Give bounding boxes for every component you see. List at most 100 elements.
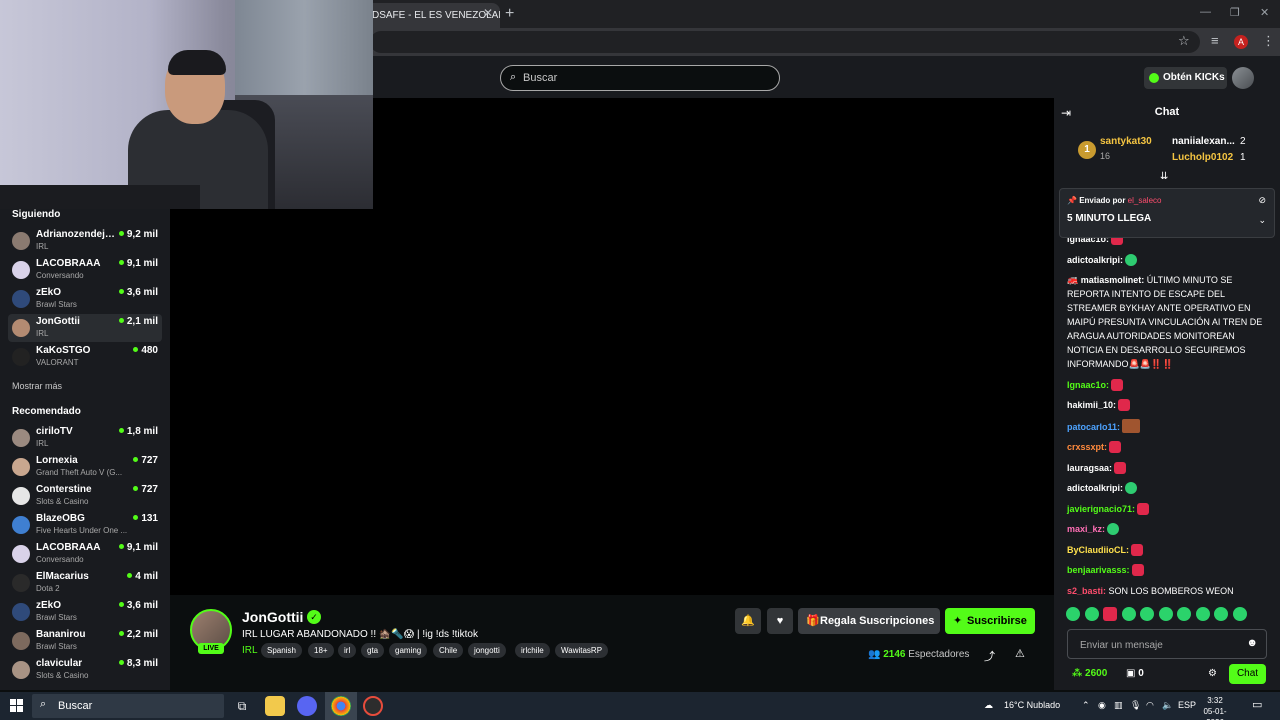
sidebar-channel[interactable]: Conterstine Slots & Casino 727 [8,482,162,510]
search-box[interactable]: ⌕ [500,65,780,91]
address-bar[interactable] [370,31,1200,53]
live-dot-icon [118,544,124,549]
new-tab-button[interactable]: + [505,5,514,23]
viewer-stats: 👥 2146 Espectadores [868,649,969,660]
close-tab-icon[interactable]: ✕ [483,6,493,20]
toggle-leaderboard-icon[interactable]: ⇊ [1160,171,1168,182]
sidebar-channel[interactable]: zEkO Brawl Stars 3,6 mil [8,598,162,626]
emote-icon[interactable] [1232,607,1247,621]
tag-chip[interactable]: 18+ [308,643,334,658]
tag-chip[interactable]: Spanish [261,643,302,658]
notifications-icon[interactable]: ▭ [1252,698,1262,711]
live-dot-icon [133,347,139,352]
emote-icon[interactable] [1177,607,1191,621]
sidebar-channel[interactable]: BlazeOBG Five Hearts Under One ... 131 [8,511,162,539]
tray-app-icon[interactable]: ◉ [1098,700,1106,711]
emote-icon[interactable] [1084,607,1099,621]
report-icon[interactable]: ⚠ [1015,647,1025,660]
minimize-icon[interactable]: — [1200,6,1211,18]
sidebar-channel[interactable]: ciriloTV IRL 1,8 mil [8,424,162,452]
sidebar-channel[interactable]: Adrianozendeja... IRL 9,2 mil [8,227,162,255]
emote-icon [1122,418,1141,433]
emote-icon[interactable] [1121,607,1136,621]
browser-menu-icon[interactable]: ⋮ [1262,33,1275,49]
send-chat-button[interactable]: Chat [1229,664,1266,684]
input-language[interactable]: ESP [1178,700,1196,710]
avatar [12,632,30,650]
windows-taskbar: ⌕ Buscar ⧉ ☁ 16°C Nublado ⌃ ◉ ▥ 🎙 ◠ 🔈 ES… [0,692,1280,720]
emote-icon[interactable] [1103,607,1117,621]
pinned-message[interactable]: 📌 Enviado por el_saleco 5 MINUTO LLEGA ⊘… [1059,188,1275,238]
wifi-icon[interactable]: ◠ [1146,700,1154,711]
tag-chip[interactable]: jongotti [468,643,506,658]
search-input[interactable] [523,69,763,87]
tray-chevron-icon[interactable]: ⌃ [1082,700,1090,711]
taskbar-clock[interactable]: 3:32 05-01-2026 [1198,695,1232,720]
leaderboard-user[interactable]: Lucholp0102 [1172,152,1233,163]
subscribe-button[interactable]: ✦ Suscribirse [945,608,1035,634]
sidebar-channel[interactable]: clavicular Slots & Casino 8,3 mil [8,656,162,684]
emote-icon[interactable] [1066,607,1080,621]
maximize-icon[interactable]: ❐ [1230,6,1240,19]
user-avatar[interactable] [1232,67,1254,89]
streamer-name[interactable]: JonGottii [242,609,303,625]
sidebar-channel[interactable]: LACOBRAAA Conversando 9,1 mil [8,540,162,568]
leaderboard-user[interactable]: naniialexan... [1172,136,1235,147]
close-window-icon[interactable]: ✕ [1260,6,1269,19]
sidebar-channel[interactable]: Lornexia Grand Theft Auto V (G... 727 [8,453,162,481]
discord-icon[interactable] [297,696,317,716]
chat-settings-icon[interactable]: ⚙ [1208,668,1217,679]
chat-input-box[interactable]: ☻ [1067,629,1267,659]
sidebar-channel[interactable]: zEkO Brawl Stars 3,6 mil [8,285,162,313]
follow-heart-icon[interactable]: ♥ [767,608,793,634]
emote-icon[interactable] [1140,607,1154,621]
stream-category[interactable]: IRL [242,645,258,656]
gift-count[interactable]: ▣ 0 [1126,668,1144,679]
gift-subs-button[interactable]: 🎁 Regala Suscripciones [798,608,940,634]
viewer-count: 480 [133,345,158,356]
sidebar-channel[interactable]: Bananirou Brawl Stars 2,2 mil [8,627,162,655]
emoji-picker-icon[interactable]: ☻ [1246,637,1258,649]
weather-label[interactable]: 16°C Nublado [1004,700,1060,710]
tag-chip[interactable]: irl [338,643,357,658]
emote-icon[interactable] [1158,607,1173,621]
notifications-bell-icon[interactable]: 🔔 [735,608,761,634]
media-control-icon[interactable]: ≡ [1211,33,1219,48]
leaderboard-top-user[interactable]: santykat30 [1100,136,1152,147]
get-kicks-button[interactable]: Obtén KICKs [1144,67,1227,89]
browser-profile-avatar[interactable]: A [1234,35,1248,49]
pinned-user[interactable]: el_saleco [1128,196,1162,205]
search-icon: ⌕ [510,71,517,83]
tag-chip[interactable]: gaming [389,643,428,658]
webcam-overlay-window[interactable] [0,0,373,209]
emote-icon[interactable] [1214,607,1228,621]
emote-icon[interactable] [1195,607,1210,621]
tag-chip[interactable]: WawitasRP [555,643,609,658]
chat-message-input[interactable] [1080,637,1240,653]
file-explorer-icon[interactable] [265,696,285,716]
sidebar-channel[interactable]: LACOBRAAA Conversando 9,1 mil [8,256,162,284]
network-icon[interactable]: ▥ [1114,700,1123,711]
sidebar-channel[interactable]: ElMacarius Dota 2 4 mil [8,569,162,597]
following-title: Siguiendo [12,209,61,220]
task-view-icon[interactable]: ⧉ [232,696,252,716]
hide-pin-icon[interactable]: ⊘ [1258,195,1266,206]
windows-start-icon[interactable] [10,699,23,712]
chat-messages: Ignaac1o: adictoalkripi: 🚒 matiasmolinet… [1067,232,1267,604]
volume-icon[interactable]: 🔈 [1162,700,1173,711]
sidebar-channel-active[interactable]: JonGottii IRL 2,1 mil [8,314,162,342]
chrome-icon[interactable] [331,696,351,716]
obs-icon[interactable] [363,696,383,716]
bookmark-star-icon[interactable]: ☆ [1178,33,1190,49]
kicks-balance[interactable]: ⁂ 2600 [1072,668,1107,679]
microphone-icon[interactable]: 🎙 [1130,700,1141,711]
tag-chip[interactable]: gta [361,643,385,658]
tag-chip[interactable]: Chile [433,643,464,658]
sidebar-channel[interactable]: KaKoSTGO VALORANT 480 [8,343,162,371]
chevron-down-icon[interactable]: ⌄ [1258,215,1266,226]
taskbar-search[interactable]: ⌕ Buscar [32,694,224,718]
share-icon[interactable]: ⤴ [984,648,995,664]
show-more-link[interactable]: Mostrar más [12,381,62,391]
tag-chip[interactable]: irlchile [515,643,550,658]
live-dot-icon [118,660,124,665]
